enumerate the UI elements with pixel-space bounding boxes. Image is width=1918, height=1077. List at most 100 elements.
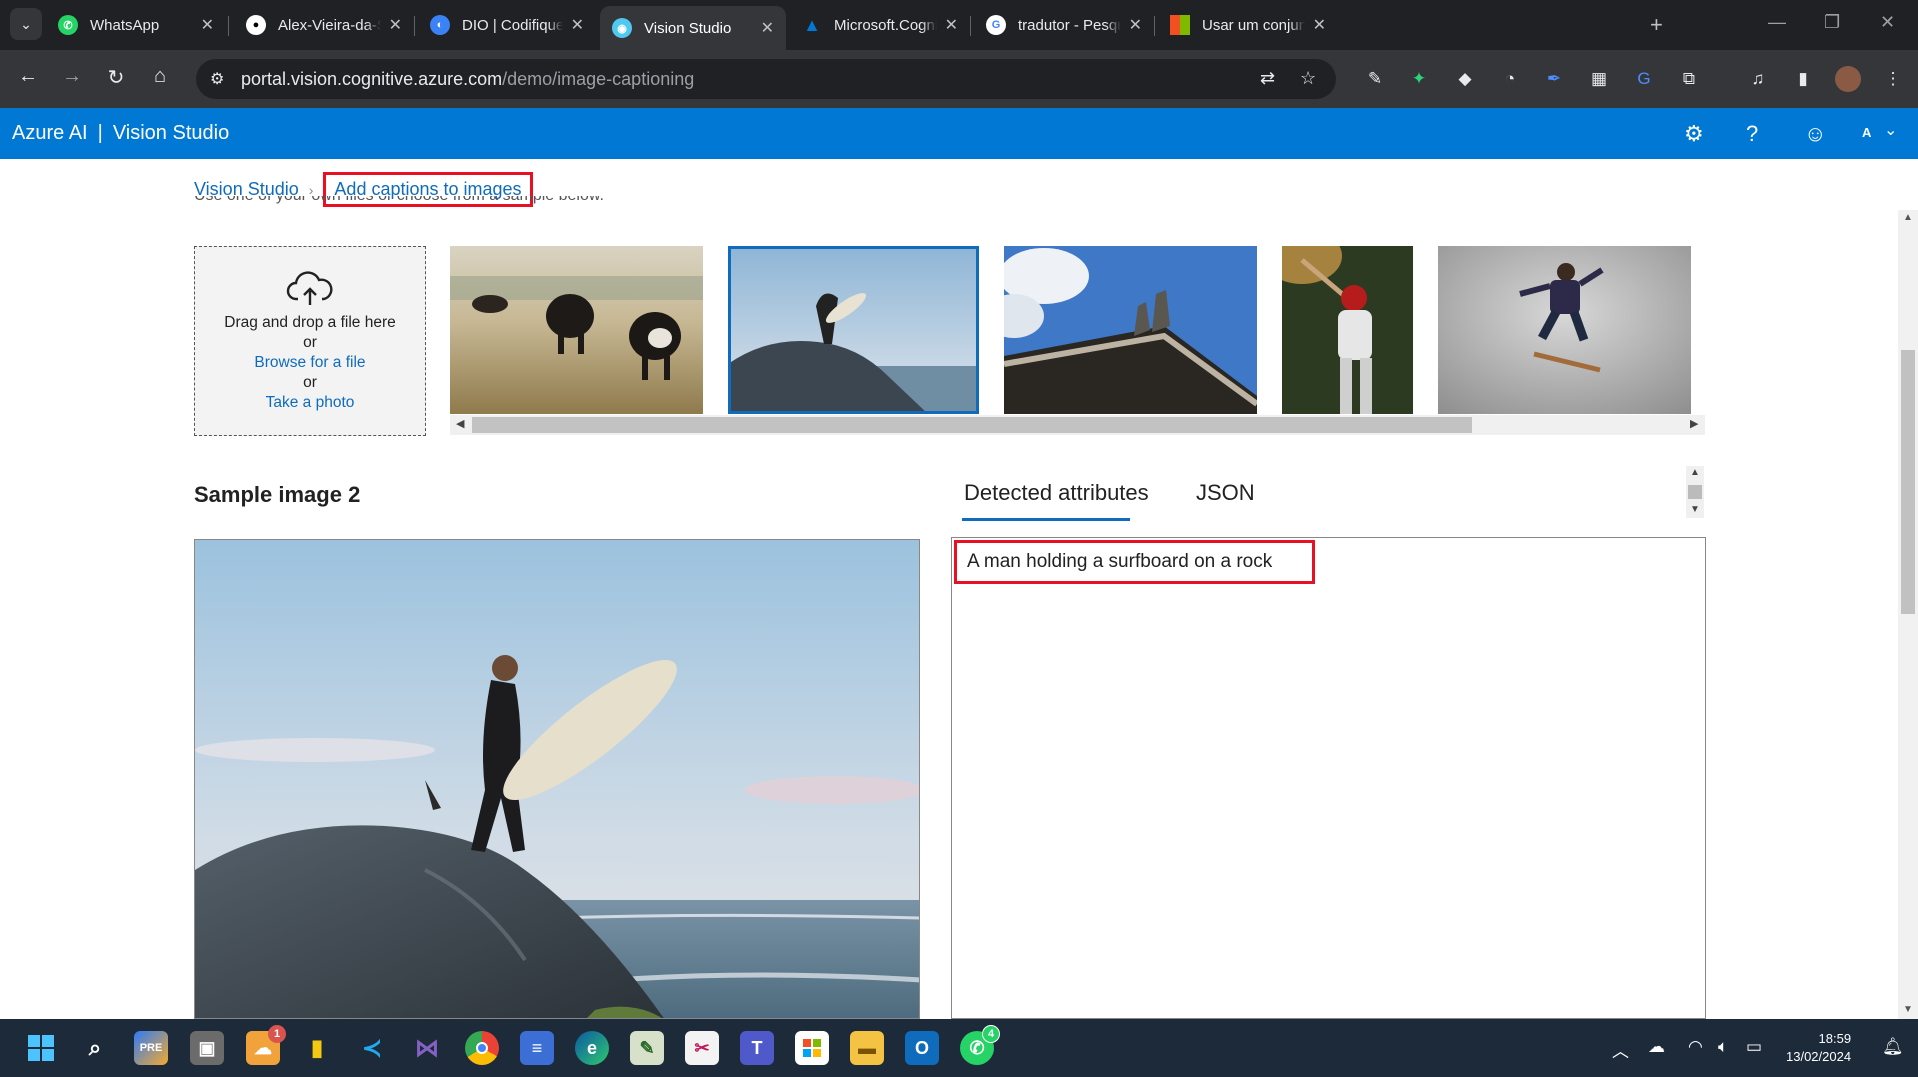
show-hidden-icons-chevron-icon[interactable]: ︿ (1612, 1037, 1629, 1062)
volume-icon[interactable]: 🔈︎ (1718, 1037, 1728, 1057)
page-scroll-up-icon[interactable]: ▲ (1903, 212, 1913, 223)
close-window-icon[interactable]: ✕ (1880, 12, 1895, 33)
browser-tab-microsoft[interactable]: Usar um conjunto de ✕ (1158, 6, 1338, 44)
browser-tab-whatsapp[interactable]: ✆ WhatsApp ✕ (46, 6, 226, 44)
close-tab-icon[interactable]: ✕ (1313, 15, 1326, 35)
new-tab-button[interactable]: + (1650, 12, 1663, 38)
edge-icon[interactable]: e (575, 1031, 609, 1065)
scrollbar-thumb[interactable] (1688, 485, 1702, 499)
bookmark-star-icon[interactable]: ☆ (1300, 68, 1316, 89)
weather-widget-icon[interactable]: ☁ 1 (246, 1025, 286, 1065)
settings-gear-icon[interactable]: ⚙ (1684, 121, 1704, 147)
profile-avatar[interactable] (1835, 66, 1861, 92)
vscode-icon[interactable]: ≺ (355, 1031, 389, 1065)
tab-title: Alex-Vieira-da-Silva ( (278, 16, 381, 34)
site-info-icon[interactable]: ⚙ (210, 69, 224, 89)
cube-extension-icon[interactable]: ◆ (1452, 66, 1478, 92)
task-view-icon[interactable]: ▣ (190, 1031, 224, 1065)
browser-tab-azure[interactable]: ▲ Microsoft.CognitiveS ✕ (790, 6, 970, 44)
close-tab-icon[interactable]: ✕ (389, 15, 402, 35)
tab-search-dropdown-icon[interactable]: ⌄ (10, 8, 42, 40)
browser-tab-vision-studio[interactable]: ◉ Vision Studio ✕ (600, 6, 786, 50)
visual-studio-icon[interactable]: ⋈ (410, 1031, 444, 1065)
green-extension-icon[interactable]: ✦ (1406, 66, 1432, 92)
battery-icon[interactable]: ▭ (1746, 1037, 1762, 1057)
scroll-up-arrow-icon[interactable]: ▲ (1690, 467, 1700, 478)
notepad-icon[interactable]: ≡ (520, 1031, 554, 1065)
back-icon[interactable]: ← (14, 65, 42, 88)
tab-detected-attributes[interactable]: Detected attributes (964, 480, 1149, 506)
restore-icon[interactable]: ❐ (1824, 12, 1840, 33)
close-tab-icon[interactable]: ✕ (201, 15, 214, 35)
google-translate-extension-icon[interactable]: G (1631, 66, 1657, 92)
teams-icon[interactable]: T (740, 1031, 774, 1065)
tabs-vertical-scrollbar[interactable]: ▲ ▼ (1686, 466, 1704, 518)
home-icon[interactable]: ⌂ (146, 65, 174, 88)
browser-menu-icon[interactable]: ⋮ (1880, 66, 1906, 92)
feedback-smiley-icon[interactable]: ☺ (1804, 121, 1826, 147)
scrollbar-thumb[interactable] (472, 417, 1472, 433)
chrome-icon[interactable] (465, 1031, 499, 1065)
pen-extension-icon[interactable]: ✒ (1541, 66, 1567, 92)
scroll-right-arrow-icon[interactable]: ▶ (1690, 417, 1698, 430)
browser-toolbar: ← → ↻ ⌂ ⚙ portal.vision.cognitive.azure.… (0, 50, 1918, 108)
browse-file-link[interactable]: Browse for a file (195, 353, 425, 373)
thumbnail-horizontal-scrollbar[interactable]: ◀ ▶ (450, 415, 1705, 435)
google-icon: G (986, 15, 1006, 35)
sample-thumbnail-surfer-selected[interactable] (728, 246, 979, 414)
browser-tab-dio[interactable]: ◐ DIO | Codifique o seu ✕ (418, 6, 596, 44)
side-panel-icon[interactable]: ▮ (1790, 66, 1816, 92)
github-icon: ● (246, 15, 266, 35)
eyedropper-extension-icon[interactable]: ✎ (1362, 66, 1388, 92)
copilot-icon[interactable]: PRE (134, 1031, 168, 1065)
close-tab-icon[interactable]: ✕ (1129, 15, 1142, 35)
onedrive-cloud-icon[interactable]: ☁ (1648, 1037, 1665, 1057)
close-tab-icon[interactable]: ✕ (761, 18, 774, 38)
microsoft-store-icon[interactable] (795, 1031, 829, 1065)
sample-thumbnail-building-statues[interactable] (1004, 246, 1257, 414)
translate-icon[interactable]: ⇄ (1260, 68, 1275, 89)
scroll-left-arrow-icon[interactable]: ◀ (456, 417, 464, 430)
close-tab-icon[interactable]: ✕ (945, 15, 958, 35)
file-drop-zone[interactable]: Drag and drop a file here or Browse for … (194, 246, 426, 436)
close-tab-icon[interactable]: ✕ (571, 15, 584, 35)
page-scrollbar-thumb[interactable] (1901, 350, 1915, 614)
forward-icon[interactable]: → (58, 65, 86, 88)
search-icon[interactable]: ⌕ (78, 1031, 112, 1065)
browser-tab-github[interactable]: ● Alex-Vieira-da-Silva ( ✕ (234, 6, 414, 44)
paint-icon[interactable]: ✎ (630, 1031, 664, 1065)
windows-start-icon[interactable] (24, 1031, 58, 1065)
account-chevron-down-icon[interactable]: ⌄ (1884, 120, 1897, 140)
url-text[interactable]: portal.vision.cognitive.azure.com/demo/i… (241, 69, 694, 90)
whatsapp-taskbar-icon[interactable]: ✆ 4 (960, 1025, 1000, 1065)
reload-icon[interactable]: ↻ (102, 65, 130, 90)
media-control-icon[interactable]: ♫ (1745, 66, 1771, 92)
tab-json[interactable]: JSON (1196, 480, 1255, 506)
file-explorer-icon[interactable]: ▬ (850, 1031, 884, 1065)
take-photo-link[interactable]: Take a photo (195, 393, 425, 413)
user-initial-avatar[interactable]: A (1862, 125, 1871, 140)
power-bi-icon[interactable]: ▮ (300, 1031, 334, 1065)
snipping-tool-icon[interactable]: ✂ (685, 1031, 719, 1065)
sample-thumbnail-skateboarder[interactable] (1438, 246, 1691, 414)
sample-thumbnail-baseball-player[interactable] (1282, 246, 1413, 414)
scroll-down-arrow-icon[interactable]: ▼ (1690, 504, 1700, 515)
page-vertical-scrollbar[interactable]: ▲ ▼ (1898, 210, 1918, 1020)
sample-thumbnail-cows[interactable] (450, 246, 703, 414)
minimize-icon[interactable]: — (1768, 12, 1786, 33)
help-icon[interactable]: ? (1746, 121, 1758, 147)
sample-image-title: Sample image 2 (194, 482, 361, 507)
qr-code-extension-icon[interactable]: ▦ (1586, 66, 1612, 92)
active-tab-indicator (962, 518, 1130, 521)
system-clock[interactable]: 18:59 13/02/2024 (1786, 1030, 1851, 1066)
browser-tab-google[interactable]: G tradutor - Pesquisa G ✕ (974, 6, 1154, 44)
outlook-new-icon[interactable]: O (905, 1031, 939, 1065)
wifi-icon[interactable]: ◠ (1688, 1037, 1703, 1057)
dio-icon: ◐ (430, 15, 450, 35)
speedometer-extension-icon[interactable]: ◔ (1497, 66, 1523, 92)
app-brand[interactable]: Azure AI | Vision Studio (12, 122, 229, 145)
extensions-puzzle-icon[interactable]: ⧉ (1676, 66, 1702, 92)
notification-bell-icon[interactable]: 🔔︎ (1882, 1037, 1904, 1057)
address-bar[interactable]: ⚙ portal.vision.cognitive.azure.com/demo… (196, 59, 1336, 99)
page-scroll-down-icon[interactable]: ▼ (1903, 1004, 1913, 1015)
